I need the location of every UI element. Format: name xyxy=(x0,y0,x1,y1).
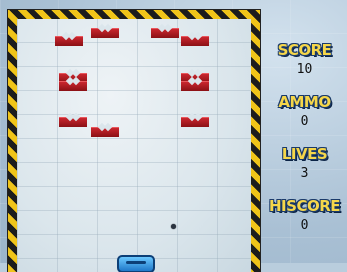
score-value: 10 xyxy=(296,62,313,77)
brick-1 xyxy=(55,36,83,46)
brick-3 xyxy=(151,28,179,38)
score-label: SCORE xyxy=(277,41,332,59)
lives-label: LIVES xyxy=(281,145,328,163)
hiscore-value: 0 xyxy=(300,218,309,233)
ammo-label: AMMO xyxy=(278,93,331,111)
playfield-frame xyxy=(8,10,260,272)
hud-panel: SCORE 10 AMMO 0 LIVES 3 HISCORE 0 xyxy=(262,40,347,248)
brick-8 xyxy=(181,81,209,91)
brick-10 xyxy=(91,127,119,137)
ammo-value: 0 xyxy=(300,114,309,129)
brick-6 xyxy=(59,81,87,91)
hiscore-label: HISCORE xyxy=(269,197,341,215)
playfield xyxy=(17,19,251,272)
brick-9 xyxy=(59,117,87,127)
paddle[interactable] xyxy=(117,255,155,272)
lives-value: 3 xyxy=(300,166,309,181)
brick-11 xyxy=(181,117,209,127)
brick-4 xyxy=(181,36,209,46)
ball xyxy=(171,224,176,229)
brick-2 xyxy=(91,28,119,38)
